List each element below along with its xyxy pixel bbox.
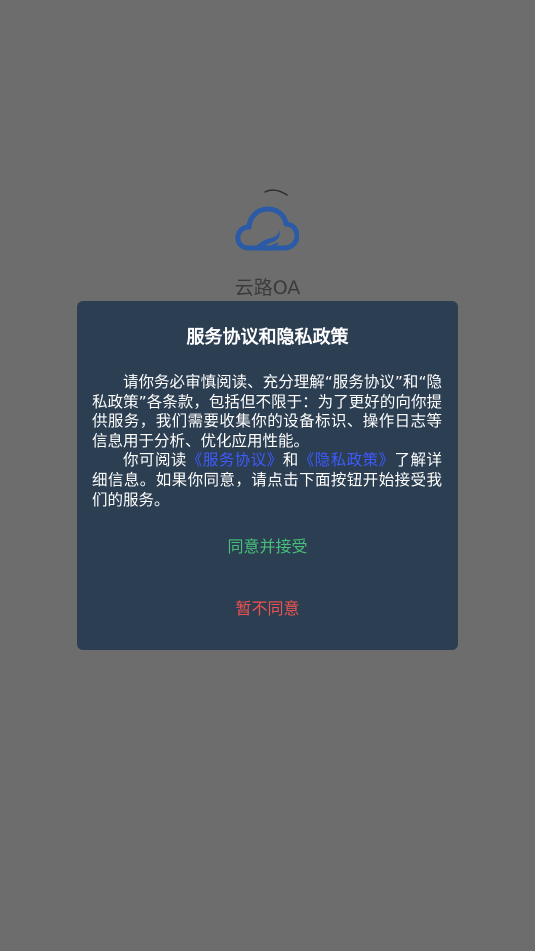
cloud-road-logo-icon — [235, 206, 299, 251]
dialog-paragraph-1: 请你务必审慎阅读、充分理解“服务协议”和“隐私政策”各条款，包括但不限于：为了更… — [92, 373, 442, 450]
para2-prefix: 你可阅读 — [123, 451, 187, 470]
decline-button[interactable]: 暂不同意 — [77, 592, 458, 626]
dialog-body: 请你务必审慎阅读、充分理解“服务协议”和“隐私政策”各条款，包括但不限于：为了更… — [92, 373, 442, 510]
privacy-policy-link[interactable]: 《隐私政策》 — [299, 451, 395, 469]
dialog-paragraph-2: 你可阅读《服务协议》和《隐私政策》了解详细信息。如果你同意，请点击下面按钮开始接… — [92, 451, 442, 510]
privacy-dialog: 服务协议和隐私政策 请你务必审慎阅读、充分理解“服务协议”和“隐私政策”各条款，… — [77, 301, 458, 650]
para2-and: 和 — [282, 451, 299, 470]
service-agreement-link[interactable]: 《服务协议》 — [187, 451, 283, 469]
app-name: 云路OA — [234, 277, 301, 299]
loading-spinner-icon — [264, 189, 288, 196]
agree-button[interactable]: 同意并接受 — [77, 530, 458, 564]
dialog-title: 服务协议和隐私政策 — [186, 327, 349, 348]
